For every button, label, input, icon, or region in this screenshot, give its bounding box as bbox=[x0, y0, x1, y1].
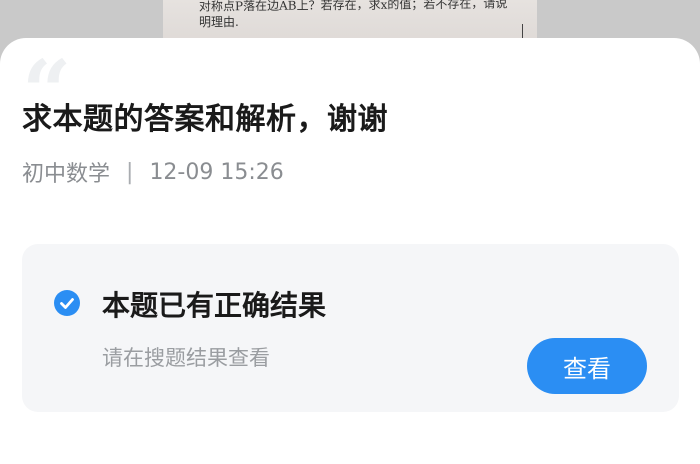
question-datetime: 12-09 15:26 bbox=[149, 159, 284, 185]
subject-label: 初中数学 bbox=[22, 162, 111, 187]
photo-mark bbox=[522, 24, 523, 38]
question-title: 求本题的答案和解析，谢谢 bbox=[22, 102, 388, 137]
question-meta: 初中数学 | 12-09 15:26 bbox=[22, 156, 284, 188]
view-result-button[interactable]: 查看 bbox=[527, 338, 647, 394]
check-circle-icon bbox=[54, 290, 80, 316]
meta-separator: | bbox=[126, 159, 134, 185]
result-card: 本题已有正确结果 请在搜题结果查看 查看 bbox=[22, 244, 679, 412]
bottom-sheet: “ 求本题的答案和解析，谢谢 初中数学 | 12-09 15:26 本题已有正确… bbox=[0, 38, 700, 464]
photo-text-line-2: 明理由. bbox=[199, 15, 239, 29]
screen: 对称点P落在边AB上？若存在，求x的值；若不存在，请说 明理由. “ 求本题的答… bbox=[0, 0, 700, 464]
result-subtitle: 请在搜题结果查看 bbox=[102, 346, 270, 370]
photo-text-line-1: 对称点P落在边AB上？若存在，求x的值；若不存在，请说 bbox=[198, 0, 508, 14]
result-title: 本题已有正确结果 bbox=[102, 289, 327, 322]
